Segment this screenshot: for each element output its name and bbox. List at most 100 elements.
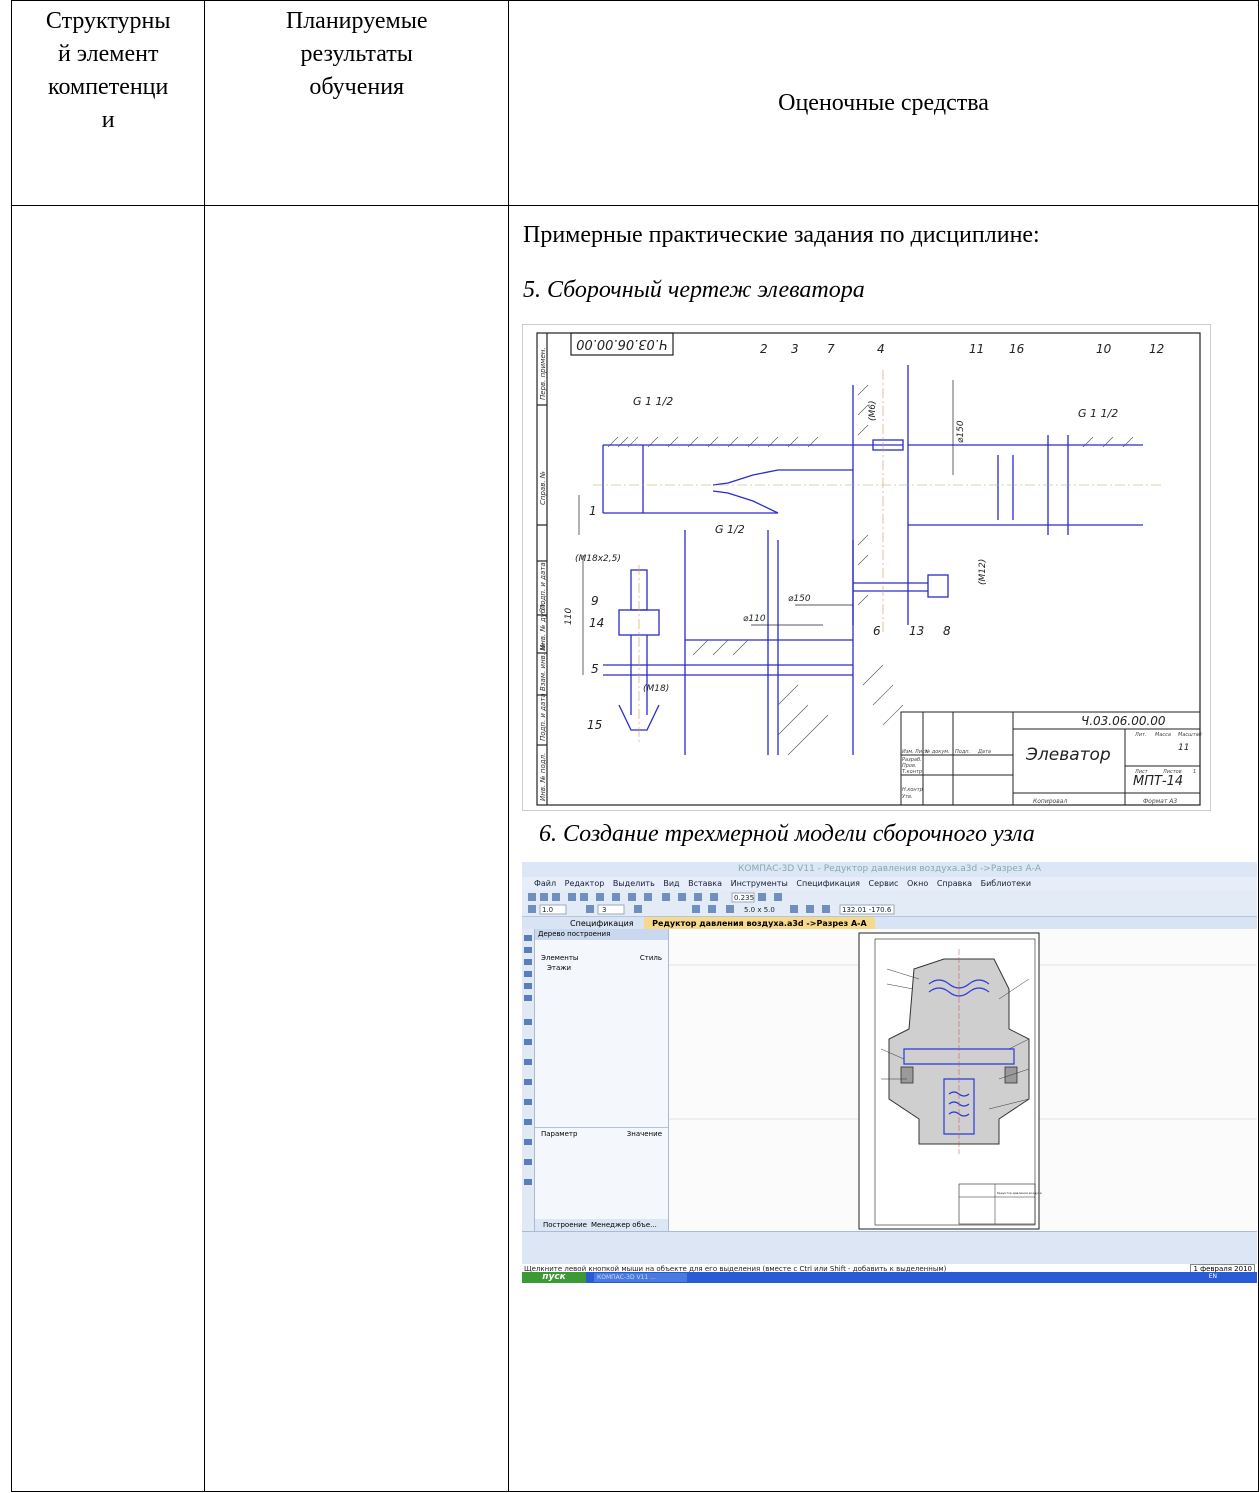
callout-8: 8 (943, 624, 951, 638)
taskbar-kompas-item[interactable]: КОМПАС-3D V11 ... (594, 1273, 687, 1282)
menu-help[interactable]: Справка (937, 879, 972, 888)
title-block-scale: 11 (1178, 743, 1189, 753)
tb-label-scale: Масштаб (1178, 732, 1202, 738)
kompas-tree-panel: Дерево построения Элементы Стиль Этажи П… (535, 929, 669, 1231)
tb-label-doc: № докум. (924, 749, 950, 755)
tb-label-izm: Изм. (902, 749, 914, 755)
tb-label-lit: Лит. (1134, 732, 1147, 738)
cell-planned-results (204, 205, 509, 1492)
callout-6: 6 (873, 624, 881, 638)
toolbar-coords: 132.01 -170.6 (842, 906, 892, 914)
kompas-drawing-canvas[interactable]: Редуктор давления воздуха (669, 929, 1257, 1231)
toolbar-grid[interactable]: 5.0 x 5.0 (744, 906, 775, 914)
header-structural-element-text: Структурны й элемент компетенци и (45, 8, 171, 133)
menu-insert[interactable]: Вставка (688, 879, 722, 888)
tb-label-date: Дата (977, 749, 991, 755)
drawing-code-rotated: Ч.03.06.00.00 (576, 336, 668, 351)
elevator-assembly-drawing: Перв. примен. Справ. № Подп. и дата Инв.… (522, 324, 1211, 811)
tray-language[interactable]: EN (1209, 1273, 1217, 1280)
dim-thread-right: G 1 1/2 (1078, 407, 1118, 420)
tb-label-sheets: Листов (1162, 769, 1182, 775)
menu-specification[interactable]: Спецификация (796, 879, 860, 888)
header-planned-results: Планируемые результаты обучения (204, 0, 509, 206)
dim-thread-nozzle: G 1/2 (715, 523, 745, 536)
callout-1: 1 (589, 504, 597, 518)
menu-select[interactable]: Выделить (613, 879, 655, 888)
toolbar-step[interactable]: 1.0 (542, 906, 553, 914)
menu-service[interactable]: Сервис (869, 879, 899, 888)
callout-4: 4 (877, 342, 885, 356)
callout-2: 2 (760, 342, 768, 356)
dim-m6: (М6) (868, 400, 878, 421)
task-5-title: 5. Сборочный чертеж элеватора (523, 277, 865, 303)
kompas-screenshot: КОМПАС-3D V11 - Редуктор давления воздух… (522, 862, 1257, 1283)
cell-assessment-tools: Примерные практические задания по дисцип… (508, 205, 1259, 1492)
callout-13: 13 (909, 624, 924, 638)
callout-11: 11 (969, 342, 984, 356)
tb-label-utv: Утв. (902, 794, 913, 800)
dim-d150-vertical: ⌀150 (956, 420, 966, 443)
panel-tab-manager[interactable]: Менеджер объе... (591, 1219, 657, 1231)
tree-col-style: Стиль (639, 954, 662, 962)
panel-tab-build[interactable]: Построение (543, 1219, 587, 1231)
title-block-group: МПТ-14 (1133, 774, 1183, 789)
header-assessment-tools: Оценочные средства (508, 0, 1259, 206)
side-label-1: Перв. примен. (539, 347, 547, 400)
elevator-drawing-svg: Перв. примен. Справ. № Подп. и дата Инв.… (536, 332, 1202, 806)
param-col-value: Значение (626, 1130, 662, 1138)
kompas-toolbar: 0.235 1.0 3 5.0 x 5.0 132.01 -170.6 (522, 890, 1257, 917)
menu-view[interactable]: Вид (663, 879, 679, 888)
dim-d150: ⌀150 (788, 594, 811, 604)
kompas-left-toolbar (522, 929, 535, 1231)
cell-structural-element (10, 205, 206, 1492)
callout-7: 7 (827, 342, 835, 356)
menu-editor[interactable]: Редактор (565, 879, 605, 888)
callout-9: 9 (591, 594, 599, 608)
menu-tools[interactable]: Инструменты (731, 879, 788, 888)
callout-10: 10 (1096, 342, 1112, 356)
start-button[interactable]: пуск (522, 1272, 586, 1283)
toolbar-layer[interactable]: 3 (602, 906, 606, 914)
tb-label-sheets-count: 1 (1193, 769, 1196, 775)
tb-label-mass: Масса (1155, 732, 1171, 738)
dim-thread-left: G 1 1/2 (633, 395, 673, 408)
title-block-copied: Копировал (1033, 798, 1067, 805)
menu-window[interactable]: Окно (907, 879, 928, 888)
tb-label-podp: Подп. (955, 749, 970, 755)
tree-item-floors[interactable]: Этажи (535, 964, 668, 972)
title-block-name: Элеватор (1025, 745, 1111, 765)
callout-5: 5 (591, 662, 599, 676)
param-col-parameter: Параметр (541, 1130, 578, 1138)
header-structural-element: Структурны й элемент компетенци и (10, 0, 206, 206)
reducer-drawing-svg: Редуктор давления воздуха (669, 932, 1257, 1230)
dim-m18: (М18) (643, 684, 669, 694)
tb-label-sheet: Лист (1134, 769, 1149, 775)
canvas-title-block: Редуктор давления воздуха (997, 1191, 1042, 1195)
toolbar-zoom[interactable]: 0.235 (734, 894, 754, 902)
tb-label-nkontr: Н.контр. (902, 787, 924, 793)
side-label-6: Подп. и дата (539, 693, 547, 741)
callout-14: 14 (589, 616, 604, 630)
dim-d110: ⌀110 (743, 614, 766, 624)
tb-label-tkontr: Т.контр. (902, 769, 924, 775)
kompas-title-bar: КОМПАС-3D V11 - Редуктор давления воздух… (522, 862, 1257, 877)
side-label-5: Взам. инв. № (539, 643, 547, 691)
dim-m12: (М12) (978, 559, 988, 585)
task-6-title: 6. Создание трехмерной модели сборочного… (539, 821, 1035, 847)
menu-file[interactable]: Файл (534, 879, 556, 888)
header-assessment-tools-text: Оценочные средства (778, 89, 989, 116)
title-block-designation: Ч.03.06.00.00 (1081, 714, 1166, 728)
kompas-window-title: КОМПАС-3D V11 - Редуктор давления воздух… (737, 864, 1042, 874)
menu-libraries[interactable]: Библиотеки (981, 879, 1031, 888)
kompas-status-area (522, 1231, 1257, 1264)
callout-16: 16 (1009, 342, 1025, 356)
tree-panel-title: Дерево построения (535, 929, 668, 940)
callout-12: 12 (1149, 342, 1164, 356)
callout-15: 15 (587, 718, 602, 732)
toolbar-icons: 0.235 1.0 3 5.0 x 5.0 132.01 -170.6 (528, 892, 895, 915)
windows-taskbar: пуск КОМПАС-3D V11 ... EN (522, 1272, 1257, 1283)
tree-col-elements: Элементы (541, 954, 579, 962)
title-block-format: Формат А3 (1143, 798, 1177, 805)
assignments-intro: Примерные практические задания по дисцип… (523, 222, 1040, 248)
side-label-2: Справ. № (539, 471, 547, 505)
